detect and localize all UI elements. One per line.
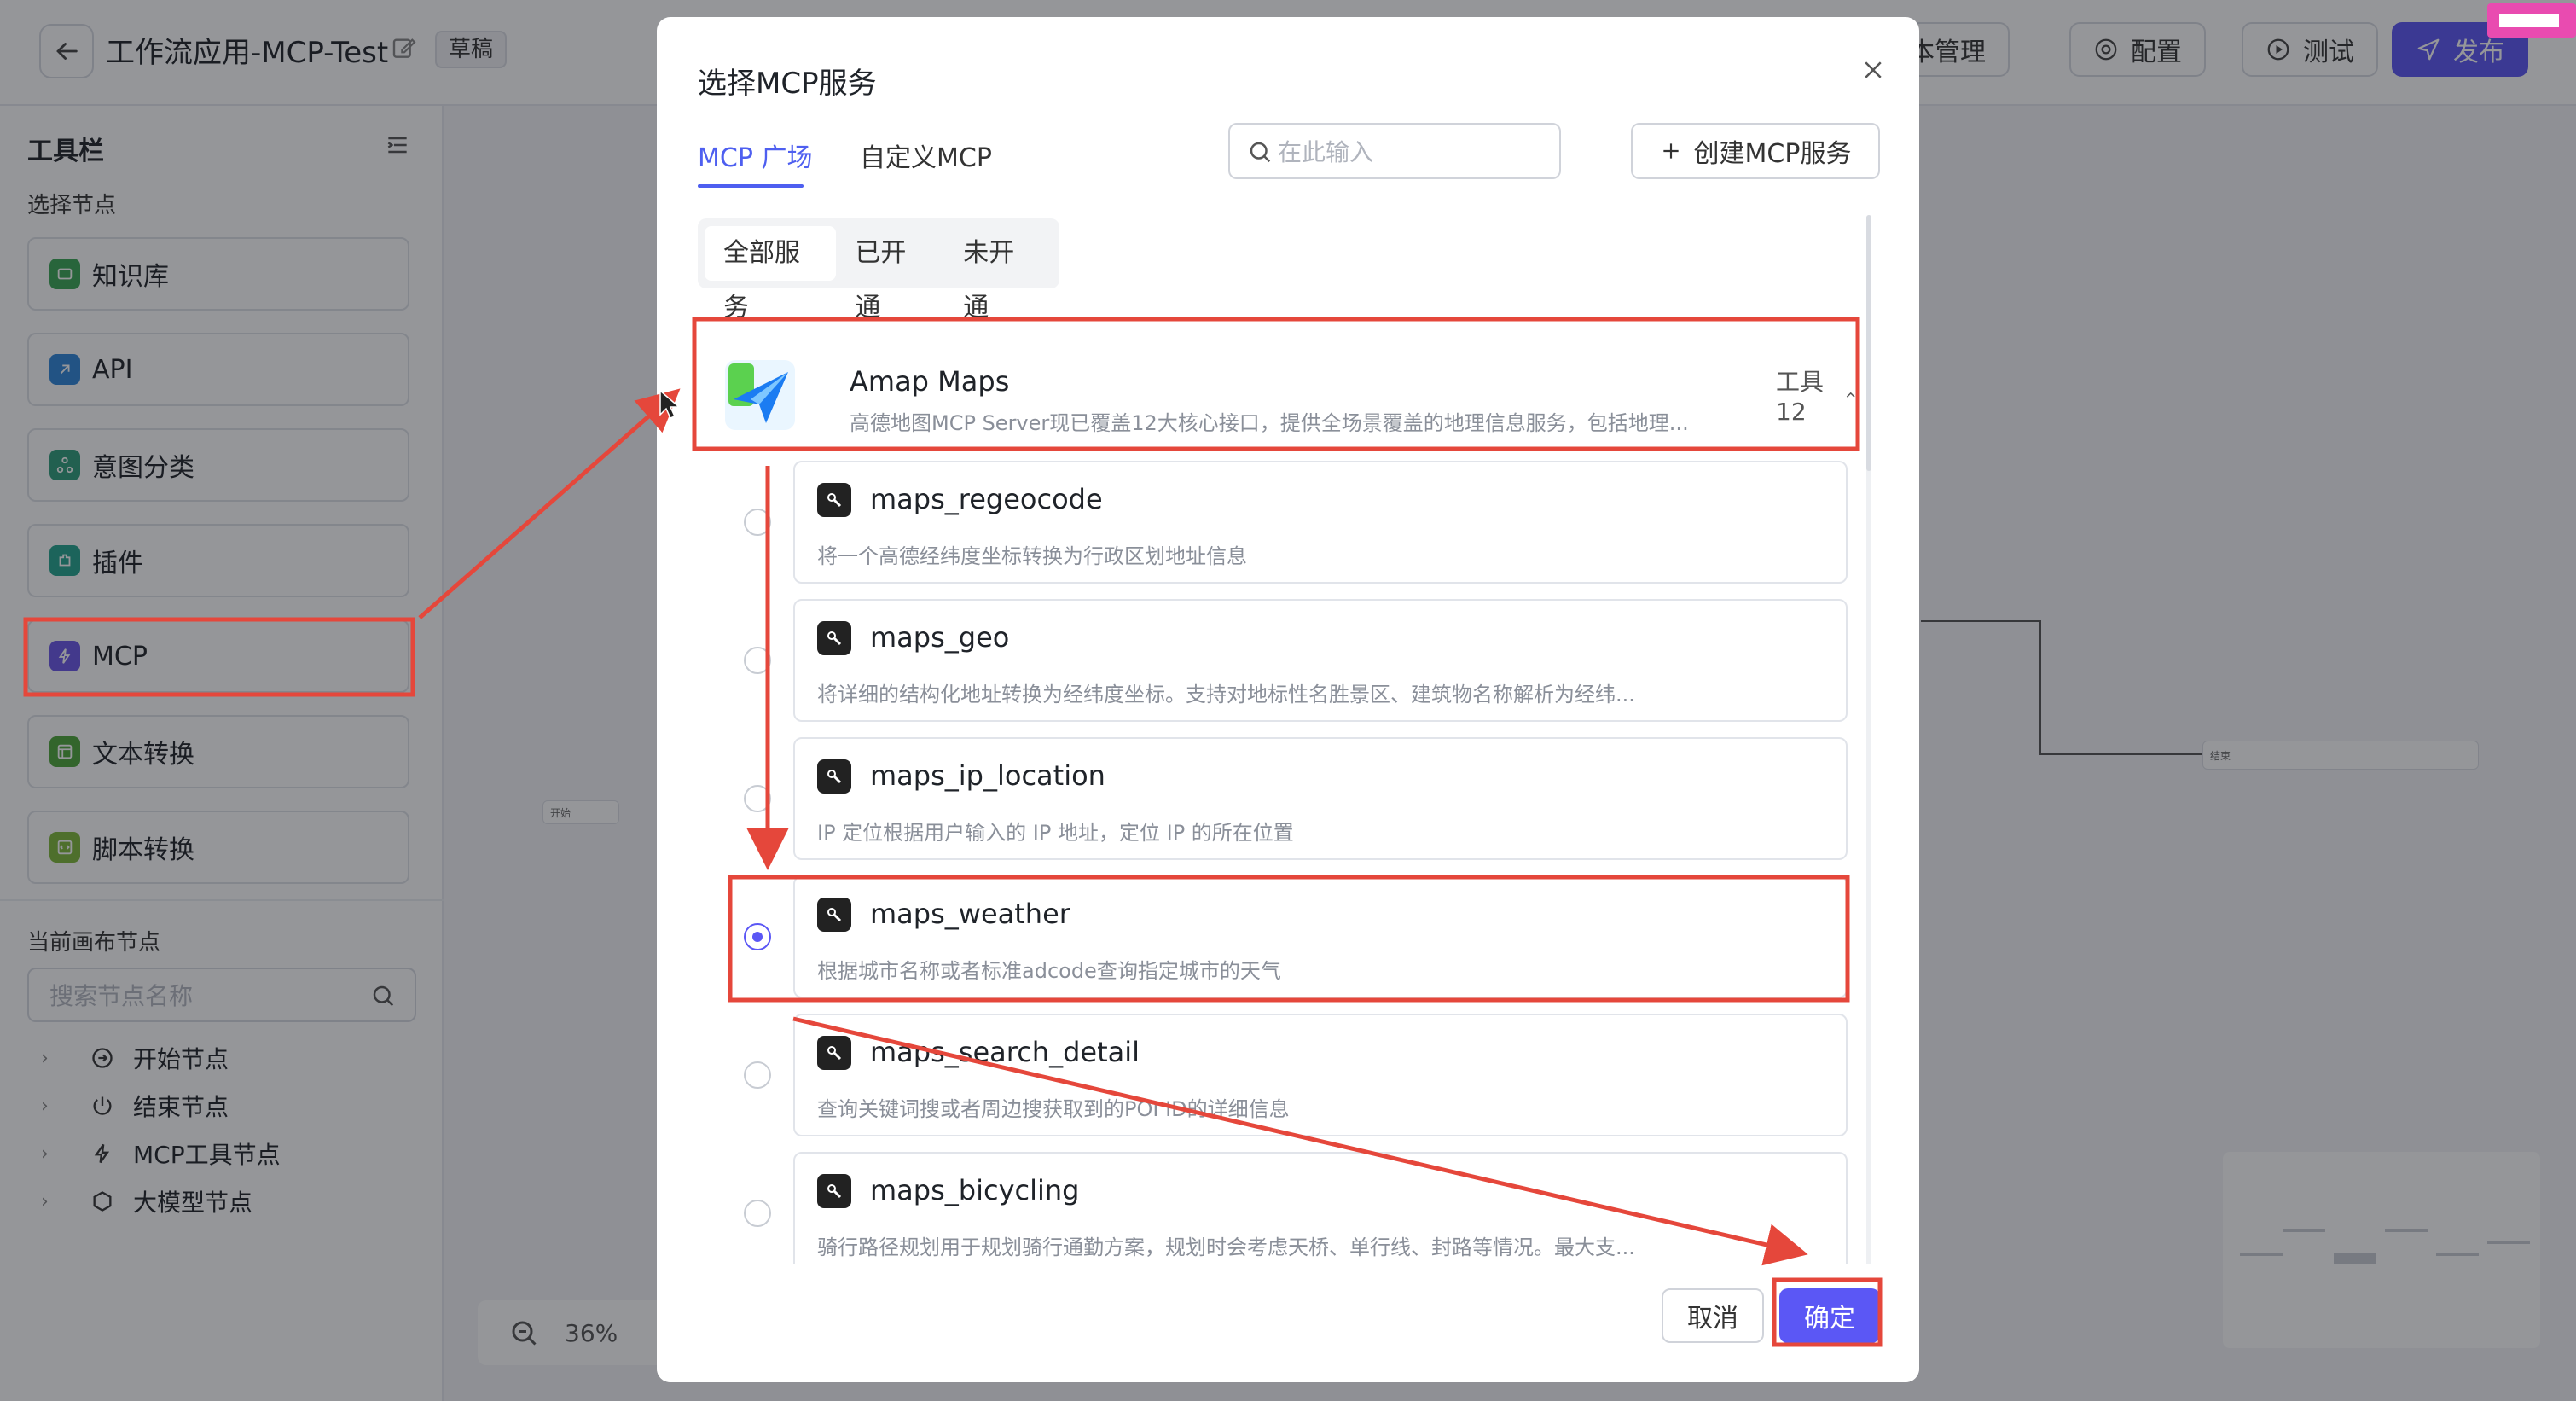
wrench-icon <box>817 1036 851 1070</box>
wrench-icon <box>817 621 851 655</box>
tools-count: 工具12 <box>1776 368 1825 426</box>
tool-row-bicycling[interactable]: maps_bicycling 骑行路径规划用于规划骑行通勤方案，规划时会考虑天桥… <box>698 1152 1858 1278</box>
wrench-icon <box>817 1174 851 1208</box>
search-placeholder: 在此输入 <box>1278 138 1374 166</box>
tool-radio[interactable] <box>744 785 771 812</box>
scrollbar-thumb[interactable] <box>1866 215 1871 471</box>
tool-description: 骑行路径规划用于规划骑行通勤方案，规划时会考虑天桥、单行线、封路等情况。最大支.… <box>817 1235 1635 1259</box>
tool-card[interactable]: maps_search_detail 查询关键词搜或者周边搜获取到的POI ID… <box>793 1014 1848 1136</box>
tool-name: maps_geo <box>870 621 1010 654</box>
active-tab-indicator <box>698 184 804 188</box>
select-mcp-modal: 选择MCP服务 MCP 广场 自定义MCP 在此输入 创建MCP服务 全部服务 … <box>657 17 1919 1382</box>
tool-description: 将详细的结构化地址转换为经纬度坐标。支持对地标性名胜景区、建筑物名称解析为经纬.… <box>817 683 1635 706</box>
service-card-amap[interactable]: Amap Maps 高德地图MCP Server现已覆盖12大核心接口，提供全场… <box>698 324 1858 452</box>
tool-radio[interactable] <box>744 1200 771 1227</box>
service-filter: 全部服务 已开通 未开通 <box>698 218 1059 323</box>
wrench-icon <box>817 898 851 932</box>
wrench-icon <box>817 759 851 794</box>
tool-card[interactable]: maps_weather 根据城市名称或者标准adcode查询指定城市的天气 <box>793 875 1848 998</box>
close-button[interactable] <box>1854 51 1892 89</box>
chevron-up-icon <box>1846 392 1855 398</box>
tool-card[interactable]: maps_bicycling 骑行路径规划用于规划骑行通勤方案，规划时会考虑天桥… <box>793 1152 1848 1275</box>
tool-radio[interactable] <box>744 509 771 536</box>
filter-disabled[interactable]: 未开通 <box>944 226 1053 323</box>
tool-description: 根据城市名称或者标准adcode查询指定城市的天气 <box>817 959 1281 983</box>
tool-card[interactable]: maps_geo 将详细的结构化地址转换为经纬度坐标。支持对地标性名胜景区、建筑… <box>793 599 1848 722</box>
tool-card[interactable]: maps_regeocode 将一个高德经纬度坐标转换为行政区划地址信息 <box>793 461 1848 584</box>
service-name: Amap Maps <box>850 365 1010 398</box>
filter-all[interactable]: 全部服务 <box>705 226 837 323</box>
corner-badge <box>2487 3 2576 38</box>
amap-logo-icon <box>725 360 795 430</box>
tool-name: maps_bicycling <box>870 1174 1080 1206</box>
search-icon <box>1250 142 1271 163</box>
tool-name: maps_regeocode <box>870 483 1103 515</box>
tool-row-geo[interactable]: maps_geo 将详细的结构化地址转换为经纬度坐标。支持对地标性名胜景区、建筑… <box>698 599 1858 725</box>
tool-name: maps_weather <box>870 898 1070 930</box>
wrench-icon <box>817 483 851 517</box>
tool-row-search-detail[interactable]: maps_search_detail 查询关键词搜或者周边搜获取到的POI ID… <box>698 1014 1858 1140</box>
modal-title: 选择MCP服务 <box>698 67 877 101</box>
tool-description: IP 定位根据用户输入的 IP 地址，定位 IP 的所在位置 <box>817 821 1294 845</box>
tab-custom-mcp[interactable]: 自定义MCP <box>860 137 992 174</box>
tool-description: 查询关键词搜或者周边搜获取到的POI ID的详细信息 <box>817 1097 1290 1121</box>
tool-description: 将一个高德经纬度坐标转换为行政区划地址信息 <box>817 544 1247 568</box>
confirm-button[interactable]: 确定 <box>1779 1288 1880 1343</box>
service-tools-toggle[interactable]: 工具12 <box>1776 363 1858 426</box>
tool-row-weather[interactable]: maps_weather 根据城市名称或者标准adcode查询指定城市的天气 <box>698 875 1858 1002</box>
tab-mcp-square[interactable]: MCP 广场 <box>698 137 812 174</box>
create-mcp-label: 创建MCP服务 <box>1693 139 1852 169</box>
plus-icon <box>1662 143 1679 159</box>
tool-radio[interactable] <box>744 647 771 674</box>
tool-name: maps_ip_location <box>870 759 1105 792</box>
tool-radio[interactable] <box>744 1061 771 1089</box>
tool-card[interactable]: maps_ip_location IP 定位根据用户输入的 IP 地址，定位 I… <box>793 737 1848 860</box>
tool-radio-selected[interactable] <box>744 923 771 950</box>
create-mcp-button[interactable]: 创建MCP服务 <box>1631 123 1880 179</box>
tool-row-ip-location[interactable]: maps_ip_location IP 定位根据用户输入的 IP 地址，定位 I… <box>698 737 1858 863</box>
close-icon <box>1865 61 1882 78</box>
service-description: 高德地图MCP Server现已覆盖12大核心接口，提供全场景覆盖的地理信息服务… <box>850 411 1689 435</box>
tool-row-regeocode[interactable]: maps_regeocode 将一个高德经纬度坐标转换为行政区划地址信息 <box>698 461 1858 587</box>
filter-enabled[interactable]: 已开通 <box>836 226 944 323</box>
tool-name: maps_search_detail <box>870 1036 1140 1068</box>
service-search-input[interactable]: 在此输入 <box>1228 123 1561 179</box>
cancel-button[interactable]: 取消 <box>1662 1288 1764 1343</box>
